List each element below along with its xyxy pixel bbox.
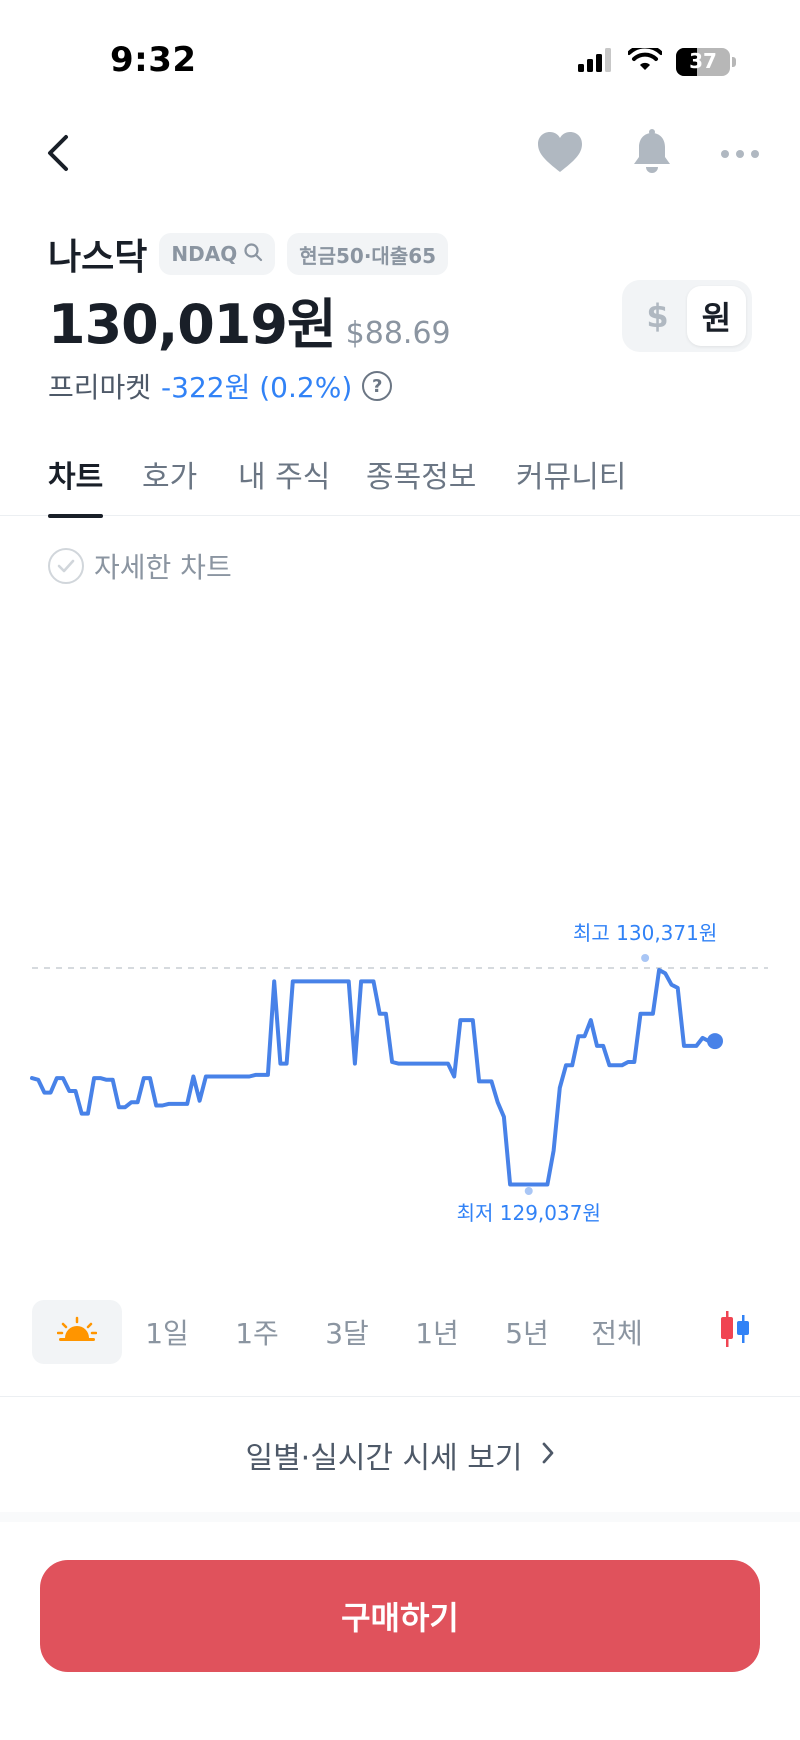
stock-name: 나스닥 [48,237,148,278]
high-point-marker [641,954,650,962]
detail-chart-label: 자세한 차트 [94,551,232,584]
tab-chart[interactable]: 차트 [48,452,104,518]
tab-orderbook[interactable]: 호가 [142,452,197,516]
ticker-label: NDAQ [171,242,238,266]
section-spacer [0,1512,800,1522]
more-icon[interactable] [720,145,760,164]
price-krw: 130,019원 [48,293,337,356]
status-time: 9:32 [110,40,197,80]
price-row: 130,019원 $88.69 [48,280,451,359]
low-price-label: 최저 129,037원 [457,1201,601,1225]
price-usd: $88.69 [345,316,451,351]
premarket-label: 프리마켓 [48,371,152,404]
range-1d[interactable]: 1일 [122,1300,212,1364]
help-icon[interactable]: ? [362,371,393,401]
high-price-label: 최고 130,371원 [573,921,717,945]
status-bar: 9:32 37 [0,0,800,110]
premarket-change: -322원 (0.2%) [161,371,353,404]
price-line [30,968,717,1187]
range-5y[interactable]: 5년 [482,1300,572,1364]
candle-chart-toggle[interactable] [702,1300,768,1364]
top-nav [0,115,800,195]
stock-title-row: 나스닥 NDAQ 현금50·대출65 [48,228,449,280]
range-1w[interactable]: 1주 [212,1300,302,1364]
current-price-dot [707,1033,723,1050]
tab-my-stock[interactable]: 내 주식 [238,452,330,516]
back-button[interactable] [40,131,80,175]
range-premarket[interactable] [32,1300,122,1364]
ticker-tag[interactable]: NDAQ [159,233,276,275]
daily-price-label: 일별·실시간 시세 보기 [245,1441,523,1476]
detail-chart-toggle[interactable]: 자세한 차트 [48,546,232,586]
price-chart-svg: 최고 130,371원 최저 129,037원 [30,921,768,1225]
range-1y[interactable]: 1년 [392,1300,482,1364]
tab-community[interactable]: 커뮤니티 [516,452,626,516]
margin-tag[interactable]: 현금50·대출65 [287,233,449,275]
currency-toggle: $ 원 [622,280,752,352]
wifi-icon [627,44,663,76]
time-range-selector: 1일 1주 3달 1년 5년 전체 [32,1300,768,1364]
nav-actions [536,129,760,179]
bell-icon[interactable] [630,129,674,179]
low-point-marker [524,1187,533,1195]
tab-stock-info[interactable]: 종목정보 [366,452,476,516]
chevron-right-icon [541,1438,555,1473]
signal-icon [578,48,614,76]
sun-icon [56,1316,98,1349]
candlestick-icon [718,1309,752,1356]
status-icons: 37 [578,44,736,76]
search-icon [243,242,263,267]
battery-level: 37 [689,49,717,73]
check-icon [48,548,84,584]
currency-krw-option[interactable]: 원 [687,286,746,346]
range-3m[interactable]: 3달 [302,1300,392,1364]
tab-bar: 차트 호가 내 주식 종목정보 커뮤니티 [0,448,800,518]
buy-button[interactable]: 구매하기 [40,1560,760,1672]
daily-price-link[interactable]: 일별·실시간 시세 보기 [0,1400,800,1510]
heart-icon[interactable] [536,130,584,178]
section-divider [0,1396,800,1397]
premarket-row: 프리마켓 -322원 (0.2%) ? [48,366,393,406]
help-glyph: ? [372,375,383,397]
range-all[interactable]: 전체 [572,1300,662,1364]
currency-usd-option[interactable]: $ [628,286,687,346]
battery-icon: 37 [676,48,736,76]
price-chart[interactable]: 최고 130,371원 최저 129,037원 [0,900,800,1260]
